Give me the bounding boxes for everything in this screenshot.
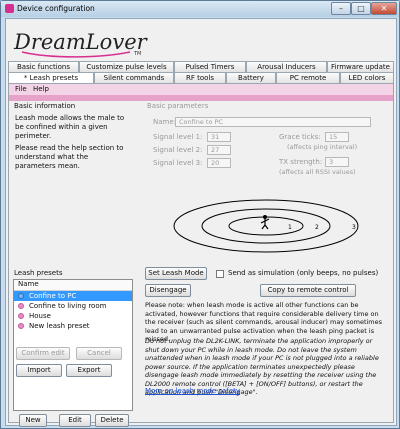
simulation-label: Send as simulation (only beeps, no pulse…	[228, 269, 379, 277]
export-button[interactable]: Export	[66, 364, 112, 377]
delete-button[interactable]: Delete	[95, 414, 129, 427]
basic-info-text-2: Please read the help section to understa…	[15, 144, 124, 170]
tab-firmware-update[interactable]: Firmware update	[327, 61, 394, 72]
signal1-label: Signal level 1:	[153, 133, 203, 141]
signal3-field[interactable]: 20	[207, 158, 231, 168]
tx-strength-label: TX strength:	[279, 158, 323, 166]
leash-presets-list[interactable]: Name Confine to PC Confine to living roo…	[13, 279, 133, 411]
basic-info-title: Basic information	[14, 102, 76, 110]
basic-info-group: Leash mode allows the male to be confine…	[13, 112, 134, 187]
tab-pulsed-timers[interactable]: Pulsed Timers	[174, 61, 246, 72]
tab-battery[interactable]: Battery	[226, 72, 276, 83]
ring-label-1: 1	[288, 224, 292, 231]
menu-file[interactable]: File	[15, 85, 27, 93]
signal2-label: Signal level 2:	[153, 146, 203, 154]
basic-params-title: Basic parameters	[147, 102, 209, 110]
preset-dot-icon	[18, 293, 24, 299]
grace-ticks-note: (affects ping interval)	[287, 143, 358, 151]
tab-pc-remote[interactable]: PC remote	[276, 72, 340, 83]
list-item[interactable]: Confine to PC	[14, 291, 132, 301]
tx-strength-note: (affects all RSSI values)	[279, 168, 356, 176]
window-title: Device configuration	[17, 4, 95, 13]
grace-ticks-label: Grace ticks:	[279, 133, 321, 141]
ring-label-3: 3	[352, 224, 356, 231]
app-icon	[5, 4, 14, 13]
tab-row-1: Basic functions Customize pulse levels P…	[8, 61, 394, 72]
list-item-label: New leash preset	[29, 322, 90, 330]
tab-basic-functions[interactable]: Basic functions	[8, 61, 79, 72]
list-item[interactable]: New leash preset	[14, 321, 132, 331]
tab-led-colors[interactable]: LED colors	[340, 72, 394, 83]
leash-perimeter-diagram: 1 2 3	[173, 199, 359, 253]
svg-text:DreamLover: DreamLover	[13, 30, 149, 54]
new-button[interactable]: New	[19, 414, 47, 427]
list-item-label: House	[29, 312, 51, 320]
tab-rf-tools[interactable]: RF tools	[174, 72, 226, 83]
tab-silent-commands[interactable]: Silent commands	[94, 72, 174, 83]
list-item[interactable]: House	[14, 311, 132, 321]
menu-help[interactable]: Help	[33, 85, 49, 93]
basic-params-group: Name: Confine to PC Signal level 1: 31 S…	[145, 111, 389, 191]
cancel-button[interactable]: Cancel	[76, 347, 122, 360]
close-button[interactable]: ✕	[371, 2, 397, 15]
list-column-name[interactable]: Name	[14, 280, 132, 291]
basic-info-text-1: Leash mode allows the male to be confine…	[15, 114, 125, 140]
list-item-label: Confine to PC	[29, 292, 77, 300]
simulation-checkbox[interactable]	[216, 270, 224, 278]
copy-to-remote-button[interactable]: Copy to remote control	[260, 284, 356, 297]
grace-ticks-field[interactable]: 15	[325, 132, 349, 142]
tx-strength-field[interactable]: 3	[325, 157, 349, 167]
list-item-label: Confine to living room	[29, 302, 107, 310]
list-item[interactable]: Confine to living room	[14, 301, 132, 311]
preset-dot-icon	[18, 323, 24, 329]
ring-label-2: 2	[315, 224, 319, 231]
signal3-label: Signal level 3:	[153, 159, 203, 167]
signal1-field[interactable]: 31	[207, 132, 231, 142]
signal2-field[interactable]: 27	[207, 145, 231, 155]
leash-presets-title: Leash presets	[14, 269, 63, 277]
tab-row-2: * Leash presets Silent commands RF tools…	[8, 72, 394, 84]
svg-text:TM: TM	[133, 51, 141, 57]
tab-customize-pulse-levels[interactable]: Customize pulse levels	[79, 61, 174, 72]
title-bar[interactable]: Device configuration – □ ✕	[1, 1, 399, 17]
confirm-edit-button[interactable]: Confirm edit	[16, 347, 70, 360]
import-button[interactable]: Import	[16, 364, 62, 377]
name-label: Name:	[153, 118, 177, 126]
maximize-button[interactable]: □	[351, 2, 371, 15]
tab-arousal-inducers[interactable]: Arousal Inducers	[246, 61, 327, 72]
preset-dot-icon	[18, 313, 24, 319]
preset-dot-icon	[18, 303, 24, 309]
set-leash-mode-button[interactable]: Set Leash Mode	[145, 267, 207, 280]
dreamlover-logo: DreamLover TM	[13, 30, 149, 58]
leash-safety-link[interactable]: More on leash mode safety	[145, 387, 240, 395]
disengage-button[interactable]: Disengage	[145, 284, 191, 297]
preset-name-field[interactable]: Confine to PC	[175, 117, 371, 127]
menu-bar: File Help	[9, 84, 393, 95]
edit-button[interactable]: Edit	[59, 414, 91, 427]
minimize-button[interactable]: –	[331, 2, 351, 15]
